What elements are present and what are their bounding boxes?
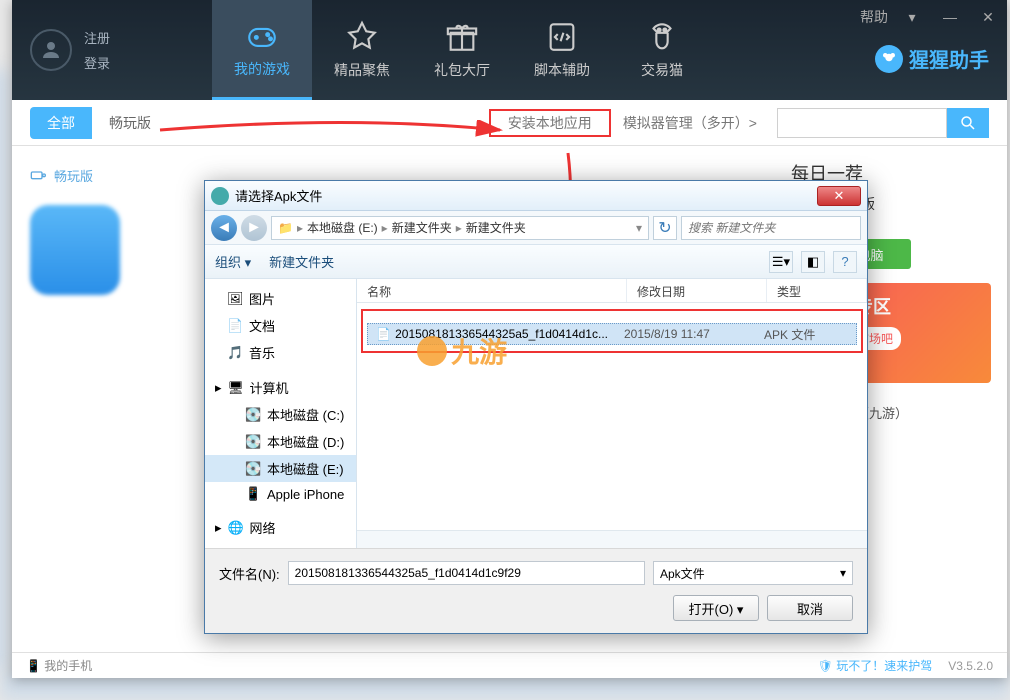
help-button[interactable]: 帮助 — [855, 0, 893, 34]
nav-forward-button[interactable]: ► — [241, 215, 267, 241]
tab-scripts[interactable]: 脚本辅助 — [512, 0, 612, 100]
column-headers[interactable]: 名称 修改日期 类型 — [357, 279, 867, 303]
app-tile[interactable] — [30, 205, 120, 295]
sidebar: 畅玩版 — [12, 150, 212, 305]
tree-documents[interactable]: 📄文档 — [205, 312, 356, 339]
tab-label: 脚本辅助 — [534, 60, 590, 80]
minimize-button[interactable]: — — [931, 0, 969, 34]
tab-label: 我的游戏 — [234, 59, 290, 79]
version-label: V3.5.2.0 — [948, 659, 993, 673]
tab-label: 礼包大厅 — [434, 60, 490, 80]
dialog-footer: 文件名(N): Apk文件▾ 打开(O) ▾ 取消 — [205, 548, 867, 633]
dialog-title: 请选择Apk文件 — [235, 186, 322, 205]
login-link[interactable]: 登录 — [84, 53, 110, 72]
toolbar: 全部 畅玩版 安装本地应用 模拟器管理（多开）> — [12, 100, 1007, 146]
network-icon: 🌐 — [228, 520, 244, 536]
tab-featured[interactable]: 精品聚焦 — [312, 0, 412, 100]
dialog-titlebar[interactable]: 请选择Apk文件 ✕ — [205, 181, 867, 211]
file-list[interactable]: 名称 修改日期 类型 📄201508181336544325a5_f1d0414… — [357, 279, 867, 548]
dialog-toolbar: 组织 ▾ 新建文件夹 ☰▾ ◧ ? — [205, 245, 867, 279]
drive-icon: 💽 — [245, 407, 261, 423]
tree-pictures[interactable]: 🖼图片 — [205, 285, 356, 312]
filetype-filter[interactable]: Apk文件▾ — [653, 561, 853, 585]
tree-drive-d[interactable]: 💽本地磁盘 (D:) — [205, 428, 356, 455]
close-button[interactable]: ✕ — [969, 0, 1007, 34]
tree-drive-c[interactable]: 💽本地磁盘 (C:) — [205, 401, 356, 428]
myphone-label[interactable]: 我的手机 — [44, 657, 92, 674]
emulator-manager-link[interactable]: 模拟器管理（多开）> — [623, 113, 757, 133]
tree-drive-e[interactable]: 💽本地磁盘 (E:) — [205, 455, 356, 482]
tab-mygames[interactable]: 我的游戏 — [212, 0, 312, 100]
dialog-navbar: ◄ ► 📁 ▸ 本地磁盘 (E:)▸ 新建文件夹▸ 新建文件夹 ▾ ↻ — [205, 211, 867, 245]
filename-label: 文件名(N): — [219, 564, 280, 583]
dialog-close-button[interactable]: ✕ — [817, 186, 861, 206]
help-play-link[interactable]: 🛡 玩不了！速来护驾 — [818, 657, 933, 674]
filename-input[interactable] — [288, 561, 645, 585]
register-link[interactable]: 注册 — [84, 28, 110, 47]
col-date[interactable]: 修改日期 — [627, 279, 767, 302]
drive-icon: 💽 — [245, 461, 261, 477]
phone-icon: 📱 — [245, 486, 261, 502]
cancel-button[interactable]: 取消 — [767, 595, 853, 621]
organize-menu[interactable]: 组织 ▾ — [215, 252, 251, 271]
col-name[interactable]: 名称 — [357, 279, 627, 302]
file-icon: 📄 — [376, 327, 391, 341]
tab-trade[interactable]: 交易猫 — [612, 0, 712, 100]
tree-iphone[interactable]: 📱Apple iPhone — [205, 482, 356, 506]
menu-button[interactable]: ▾ — [893, 0, 931, 34]
pill-play[interactable]: 畅玩版 — [92, 107, 168, 139]
monkey-icon — [875, 45, 903, 73]
search-button[interactable] — [947, 108, 989, 138]
preview-pane-button[interactable]: ◧ — [801, 251, 825, 273]
dialog-icon — [211, 187, 229, 205]
view-mode-button[interactable]: ☰▾ — [769, 251, 793, 273]
music-icon: 🎵 — [227, 345, 243, 361]
computer-icon: 🖥 — [228, 380, 244, 396]
avatar[interactable] — [30, 29, 72, 71]
search-input[interactable] — [777, 108, 947, 138]
tree-music[interactable]: 🎵音乐 — [205, 339, 356, 366]
titlebar: 注册 登录 我的游戏 精品聚焦 礼包大厅 脚本辅助 交 — [12, 0, 1007, 100]
file-dialog: 请选择Apk文件 ✕ ◄ ► 📁 ▸ 本地磁盘 (E:)▸ 新建文件夹▸ 新建文… — [204, 180, 868, 634]
statusbar: 📱 我的手机 🛡 玩不了！速来护驾 V3.5.2.0 — [12, 652, 1007, 678]
newfolder-button[interactable]: 新建文件夹 — [269, 252, 334, 271]
tree-computer[interactable]: ▸🖥计算机 — [205, 374, 356, 401]
drive-icon: 💽 — [245, 434, 261, 450]
tab-gifts[interactable]: 礼包大厅 — [412, 0, 512, 100]
pill-all[interactable]: 全部 — [30, 107, 92, 139]
install-local-button[interactable]: 安装本地应用 — [493, 109, 607, 137]
h-scrollbar[interactable] — [357, 530, 867, 548]
pictures-icon: 🖼 — [227, 291, 243, 307]
dialog-search-input[interactable] — [681, 216, 861, 240]
documents-icon: 📄 — [227, 318, 243, 334]
brand-logo: 猩猩助手 — [875, 44, 989, 73]
refresh-button[interactable]: ↻ — [653, 216, 677, 240]
open-button[interactable]: 打开(O) ▾ — [673, 595, 759, 621]
folder-icon: 📁 — [278, 221, 293, 235]
tab-label: 精品聚焦 — [334, 60, 390, 80]
col-type[interactable]: 类型 — [767, 279, 867, 302]
tab-label: 交易猫 — [641, 60, 683, 80]
folder-tree[interactable]: 🖼图片 📄文档 🎵音乐 ▸🖥计算机 💽本地磁盘 (C:) 💽本地磁盘 (D:) … — [205, 279, 357, 548]
sidebar-playver[interactable]: 畅玩版 — [30, 160, 194, 191]
nav-back-button[interactable]: ◄ — [211, 215, 237, 241]
phone-icon: 📱 — [26, 659, 41, 673]
watermark: 九游 — [417, 331, 507, 371]
tree-network[interactable]: ▸🌐网络 — [205, 514, 356, 541]
help-icon-button[interactable]: ? — [833, 251, 857, 273]
breadcrumb[interactable]: 📁 ▸ 本地磁盘 (E:)▸ 新建文件夹▸ 新建文件夹 ▾ — [271, 216, 649, 240]
